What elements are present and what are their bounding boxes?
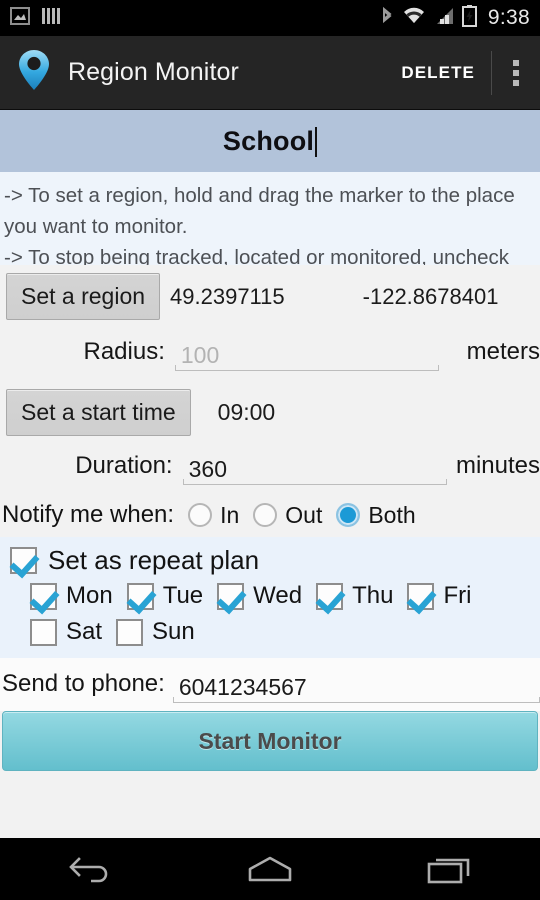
region-name-field[interactable]: School: [0, 110, 540, 172]
radio-out-label[interactable]: Out: [285, 502, 322, 529]
repeat-plan-row[interactable]: Set as repeat plan: [0, 543, 540, 578]
radio-in-label[interactable]: In: [220, 502, 239, 529]
status-bar-right-icons: 9:38: [380, 4, 530, 32]
day-checkbox-sat[interactable]: Sat: [30, 618, 102, 646]
send-to-phone-label: Send to phone:: [2, 669, 165, 697]
radius-unit-label: meters: [466, 337, 540, 365]
text-caret: [315, 126, 318, 157]
day-checkbox-tue[interactable]: Tue: [126, 582, 204, 610]
set-start-time-row: Set a start time 09:00: [0, 381, 540, 444]
action-bar-actions: DELETE: [385, 36, 540, 109]
radius-input[interactable]: 100: [174, 332, 439, 371]
radius-label: Radius:: [83, 337, 165, 365]
instruction-line-2: -> To stop being tracked, located or mon…: [4, 246, 510, 265]
recents-icon[interactable]: [390, 838, 510, 900]
region-settings-section: Set a region 49.2397115 -122.8678401 Rad…: [0, 265, 540, 497]
instructions-text: -> To set a region, hold and drag the ma…: [0, 172, 540, 265]
day-label-sat: Sat: [66, 618, 103, 645]
radio-in[interactable]: [188, 503, 213, 527]
duration-input[interactable]: 360: [182, 446, 448, 485]
duration-row: Duration: 360 minutes: [0, 444, 540, 497]
duration-input-value: 360: [188, 456, 227, 482]
day-label-mon: Mon: [66, 582, 113, 609]
day-row-weekend: Sat Sun: [26, 614, 540, 650]
day-checkbox-group: Mon Tue Wed Thu Fri Sat Sun: [26, 578, 540, 650]
action-bar: Region Monitor DELETE: [0, 36, 540, 110]
day-checkbox-sun[interactable]: Sun: [116, 618, 195, 646]
notify-row: Notify me when: In Out Both: [0, 497, 540, 537]
day-checkbox-thu[interactable]: Thu: [316, 582, 393, 610]
delete-button[interactable]: DELETE: [385, 36, 491, 109]
day-label-tue: Tue: [162, 582, 204, 609]
overflow-menu-icon[interactable]: [492, 36, 540, 109]
set-region-row: Set a region 49.2397115 -122.8678401: [0, 265, 540, 328]
repeat-plan-checkbox[interactable]: [10, 547, 37, 574]
system-navigation-bar: [0, 838, 540, 900]
start-monitor-button[interactable]: Start Monitor: [2, 711, 538, 771]
status-bar-left-icons: [10, 6, 60, 30]
send-to-phone-row: Send to phone: 6041234567: [0, 664, 540, 709]
set-start-time-button[interactable]: Set a start time: [6, 389, 191, 436]
bluetooth-icon: [380, 6, 394, 31]
day-label-sun: Sun: [152, 618, 195, 645]
day-checkbox-wed[interactable]: Wed: [217, 582, 302, 610]
day-label-fri: Fri: [443, 582, 472, 609]
phone-number-input[interactable]: 6041234567: [172, 664, 540, 703]
region-name-value: School: [223, 126, 318, 157]
checkbox-wed-box[interactable]: [217, 582, 245, 610]
status-bar: 9:38: [0, 0, 540, 36]
checkbox-thu-box[interactable]: [316, 582, 344, 610]
day-checkbox-fri[interactable]: Fri: [407, 582, 471, 610]
set-region-button[interactable]: Set a region: [6, 273, 161, 320]
home-icon[interactable]: [210, 838, 330, 900]
day-checkbox-mon[interactable]: Mon: [30, 582, 113, 610]
battery-charging-icon: [461, 4, 477, 32]
repeat-plan-section: Set as repeat plan Mon Tue Wed Thu Fri S…: [0, 537, 540, 658]
radio-out[interactable]: [253, 503, 278, 527]
wifi-icon: [402, 6, 426, 31]
status-bar-clock: 9:38: [487, 6, 530, 29]
app-screen: 9:38 Region Monitor DELETE School -> To …: [0, 0, 540, 900]
checkbox-tue-box[interactable]: [126, 582, 154, 610]
instruction-line-1: -> To set a region, hold and drag the ma…: [4, 184, 515, 238]
checkbox-sun-box[interactable]: [116, 618, 144, 646]
notify-label: Notify me when:: [2, 501, 175, 528]
latitude-value: 49.2397115: [170, 283, 285, 309]
longitude-value: -122.8678401: [362, 283, 499, 309]
duration-label: Duration:: [75, 451, 173, 479]
radio-both-label[interactable]: Both: [368, 502, 415, 529]
day-label-wed: Wed: [253, 582, 303, 609]
start-monitor-wrapper: Start Monitor: [0, 711, 540, 771]
radius-input-placeholder: 100: [180, 342, 220, 368]
day-row-weekdays: Mon Tue Wed Thu Fri: [26, 578, 540, 614]
back-icon[interactable]: [30, 838, 150, 900]
radius-row: Radius: 100 meters: [0, 328, 540, 381]
day-label-thu: Thu: [352, 582, 394, 609]
checkbox-mon-box[interactable]: [30, 582, 57, 610]
map-pin-icon[interactable]: [16, 47, 52, 98]
bars-icon: [42, 7, 60, 30]
send-to-phone-section: Send to phone: 6041234567: [0, 658, 540, 711]
repeat-plan-label: Set as repeat plan: [48, 545, 260, 575]
app-title: Region Monitor: [68, 58, 239, 86]
radio-both[interactable]: [336, 503, 361, 527]
checkbox-sat-box[interactable]: [30, 618, 57, 646]
start-time-value: 09:00: [217, 399, 276, 425]
signal-icon: [434, 6, 454, 31]
phone-number-value: 6041234567: [178, 674, 307, 700]
duration-unit-label: minutes: [455, 451, 540, 479]
image-icon: [10, 6, 30, 30]
checkbox-fri-box[interactable]: [407, 582, 435, 610]
